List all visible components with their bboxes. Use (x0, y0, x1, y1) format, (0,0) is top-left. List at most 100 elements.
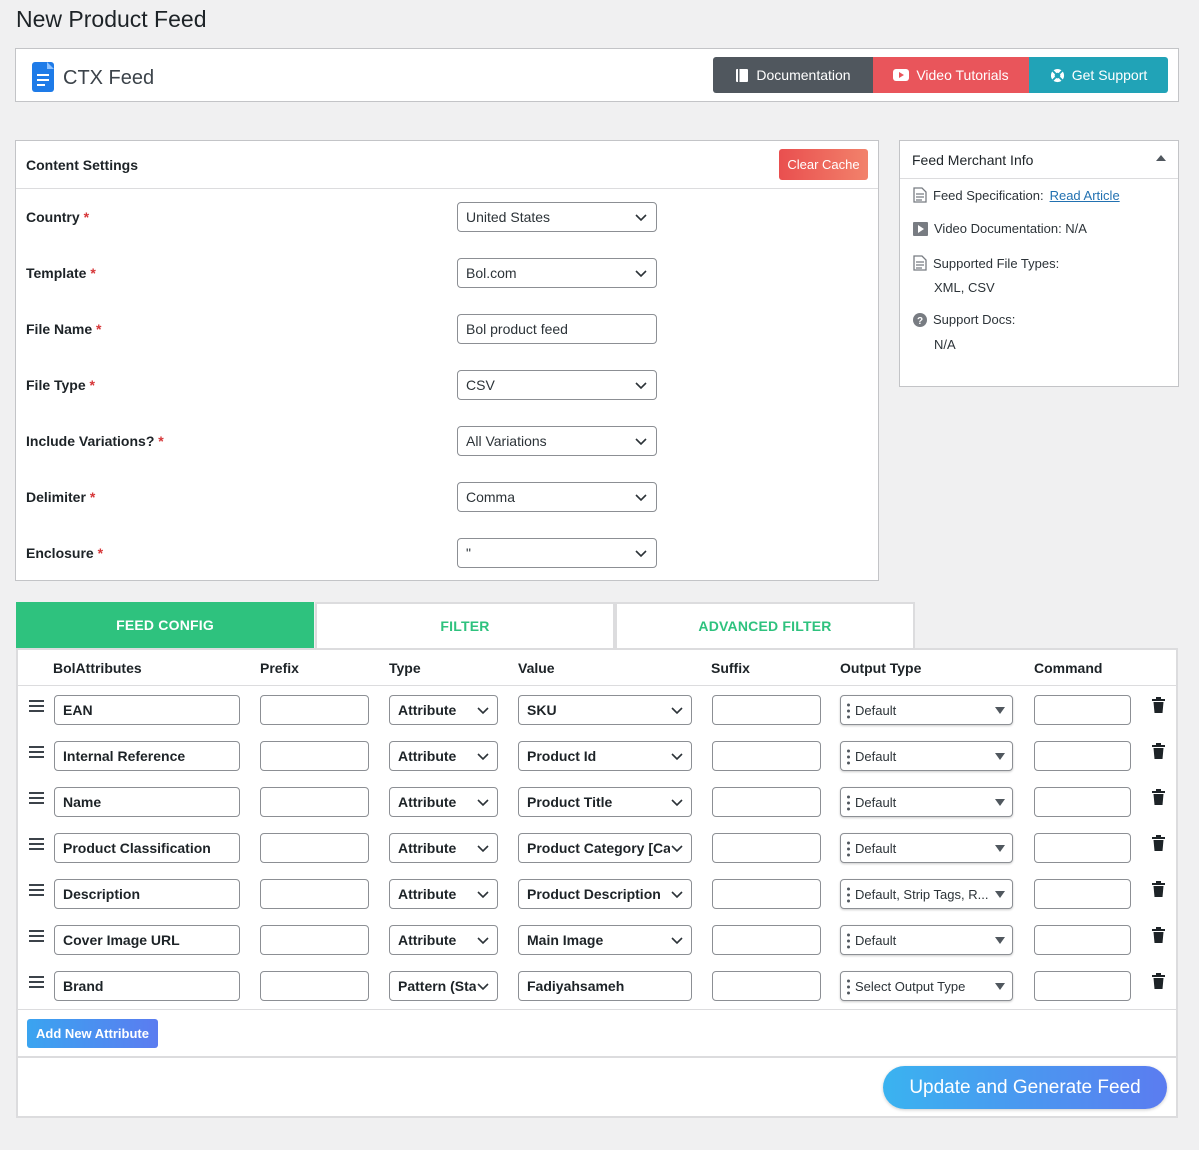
attribute-input[interactable]: EAN (54, 695, 240, 725)
command-input[interactable] (1034, 971, 1131, 1001)
chevron-down-icon (670, 795, 684, 809)
template-select[interactable]: Bol.com (457, 258, 657, 288)
suffix-input[interactable] (712, 833, 821, 863)
plugin-header: CTX Feed Documentation Video Tutorials G… (15, 48, 1179, 102)
suffix-input[interactable] (712, 971, 821, 1001)
value-select[interactable]: Main Image (518, 925, 692, 955)
value-input[interactable]: Fadiyahsameh (518, 971, 692, 1001)
value-select[interactable]: Product Title (518, 787, 692, 817)
trash-icon[interactable] (1152, 927, 1165, 943)
output-type-select[interactable]: Default (840, 695, 1013, 725)
prefix-input[interactable] (260, 833, 369, 863)
output-type-select[interactable]: Default (840, 925, 1013, 955)
output-type-select[interactable]: Select Output Type (840, 971, 1013, 1001)
command-input[interactable] (1034, 787, 1131, 817)
tab-feed-config[interactable]: FEED CONFIG (16, 602, 314, 648)
command-input[interactable] (1034, 833, 1131, 863)
type-select[interactable]: Pattern (Sta (389, 971, 498, 1001)
tab-advanced-filter[interactable]: ADVANCED FILTER (615, 602, 915, 648)
tab-filter[interactable]: FILTER (315, 602, 615, 648)
trash-icon[interactable] (1152, 835, 1165, 851)
value-select[interactable]: Product Description (518, 879, 692, 909)
feed-merchant-info-header[interactable]: Feed Merchant Info (900, 141, 1178, 179)
type-value: Pattern (Sta (398, 978, 477, 994)
country-label-text: Country (26, 209, 80, 225)
prefix-input[interactable] (260, 695, 369, 725)
output-type-select[interactable]: Default (840, 741, 1013, 771)
trash-icon[interactable] (1152, 789, 1165, 805)
type-select[interactable]: Attribute (389, 741, 498, 771)
prefix-input[interactable] (260, 741, 369, 771)
attribute-input[interactable]: Cover Image URL (54, 925, 240, 955)
command-input[interactable] (1034, 695, 1131, 725)
type-select[interactable]: Attribute (389, 833, 498, 863)
value-select[interactable]: SKU (518, 695, 692, 725)
enclosure-label-text: Enclosure (26, 545, 94, 561)
output-type-select[interactable]: Default (840, 787, 1013, 817)
output-type-select[interactable]: Default, Strip Tags, R... (840, 879, 1013, 909)
support-docs-label: Support Docs: (933, 312, 1016, 327)
trash-icon[interactable] (1152, 881, 1165, 897)
video-tutorials-button[interactable]: Video Tutorials (873, 57, 1029, 93)
delimiter-select[interactable]: Comma (457, 482, 657, 512)
command-input[interactable] (1034, 741, 1131, 771)
prefix-input[interactable] (260, 787, 369, 817)
add-new-attribute-button[interactable]: Add New Attribute (27, 1019, 158, 1048)
read-article-link[interactable]: Read Article (1050, 188, 1120, 203)
collapse-caret-icon[interactable] (1156, 155, 1166, 161)
attribute-input[interactable]: Brand (54, 971, 240, 1001)
country-select[interactable]: United States (457, 202, 657, 232)
prefix-input[interactable] (260, 925, 369, 955)
output-type-value: Select Output Type (855, 978, 966, 994)
drag-handle-icon[interactable] (29, 976, 44, 988)
type-select[interactable]: Attribute (389, 925, 498, 955)
dropdown-triangle-icon (995, 891, 1005, 898)
drag-handle-icon[interactable] (29, 700, 44, 712)
type-select[interactable]: Attribute (389, 695, 498, 725)
chevron-down-icon (635, 382, 647, 390)
type-select[interactable]: Attribute (389, 879, 498, 909)
video-tutorials-label: Video Tutorials (916, 67, 1009, 83)
type-select[interactable]: Attribute (389, 787, 498, 817)
document-logo-icon (32, 62, 54, 92)
include-variations-select[interactable]: All Variations (457, 426, 657, 456)
attribute-input[interactable]: Product Classification (54, 833, 240, 863)
suffix-input[interactable] (712, 925, 821, 955)
chevron-down-icon (670, 703, 684, 717)
attribute-input[interactable]: Name (54, 787, 240, 817)
output-type-select[interactable]: Default (840, 833, 1013, 863)
prefix-input[interactable] (260, 971, 369, 1001)
drag-handle-icon[interactable] (29, 884, 44, 896)
clear-cache-button[interactable]: Clear Cache (779, 149, 868, 180)
value-select[interactable]: Product Id (518, 741, 692, 771)
drag-handle-icon[interactable] (29, 930, 44, 942)
trash-icon[interactable] (1152, 697, 1165, 713)
trash-icon[interactable] (1152, 743, 1165, 759)
header-attributes: BolAttributes (53, 660, 142, 676)
attribute-input[interactable]: Description (54, 879, 240, 909)
suffix-input[interactable] (712, 879, 821, 909)
documentation-button[interactable]: Documentation (713, 57, 873, 93)
chevron-down-icon (476, 749, 490, 763)
suffix-input[interactable] (712, 787, 821, 817)
drag-handle-icon[interactable] (29, 838, 44, 850)
enclosure-select[interactable]: " (457, 538, 657, 568)
attribute-input[interactable]: Internal Reference (54, 741, 240, 771)
get-support-button[interactable]: Get Support (1029, 57, 1168, 93)
drag-handle-icon[interactable] (29, 792, 44, 804)
command-input[interactable] (1034, 925, 1131, 955)
output-type-value: Default (855, 840, 897, 856)
value-select[interactable]: Product Category [Ca (518, 833, 692, 863)
feed-specification-label: Feed Specification: (933, 187, 1044, 203)
required-mark: * (97, 545, 104, 561)
file-name-input[interactable]: Bol product feed (457, 314, 657, 344)
drag-handle-icon[interactable] (29, 746, 44, 758)
file-type-select[interactable]: CSV (457, 370, 657, 400)
suffix-input[interactable] (712, 695, 821, 725)
suffix-input[interactable] (712, 741, 821, 771)
command-input[interactable] (1034, 879, 1131, 909)
trash-icon[interactable] (1152, 973, 1165, 989)
prefix-input[interactable] (260, 879, 369, 909)
update-and-generate-feed-button[interactable]: Update and Generate Feed (883, 1066, 1167, 1109)
required-mark: * (90, 265, 96, 281)
